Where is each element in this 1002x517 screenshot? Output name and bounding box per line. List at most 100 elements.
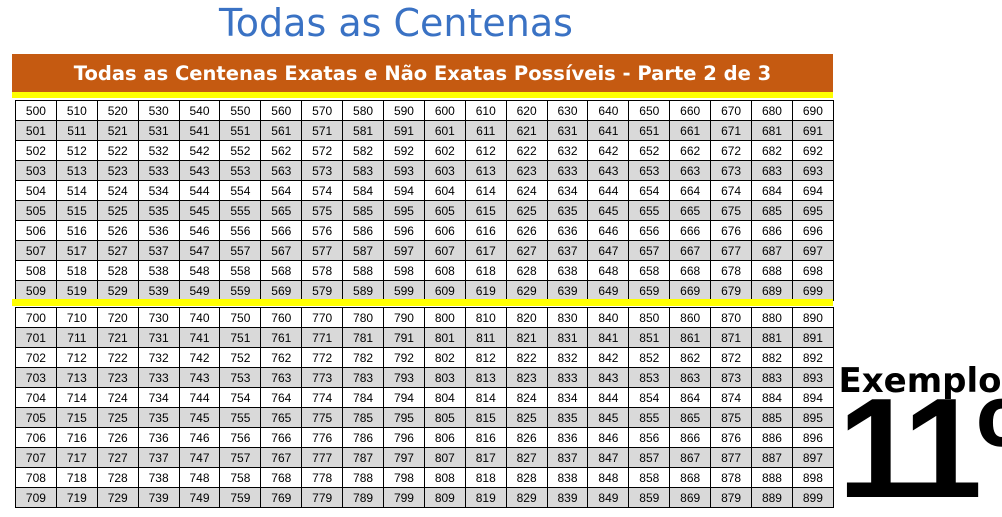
table-cell: 823 — [505, 367, 548, 388]
table-cell: 615 — [464, 200, 507, 221]
table-cell: 731 — [137, 327, 180, 348]
table-cell: 660 — [669, 100, 712, 121]
table-cell: 890 — [791, 307, 834, 328]
table-cell: 795 — [383, 407, 425, 428]
table-cell: 712 — [55, 347, 98, 368]
table-cell: 842 — [587, 347, 630, 368]
table-cell: 780 — [342, 307, 385, 328]
table-cell: 563 — [260, 160, 303, 181]
table-cell: 644 — [587, 180, 630, 201]
table-cell: 848 — [587, 467, 630, 488]
table-cell: 711 — [55, 327, 98, 348]
table-cell: 651 — [628, 120, 671, 141]
table-cell: 637 — [546, 240, 589, 261]
table-cell: 803 — [423, 367, 466, 388]
table-cell: 816 — [464, 427, 507, 448]
table-cell: 771 — [301, 327, 344, 348]
table-cell: 805 — [423, 407, 466, 428]
table-cell: 522 — [96, 140, 139, 161]
table-cell: 677 — [710, 240, 753, 261]
table-cell: 804 — [423, 387, 466, 408]
table-cell: 841 — [587, 327, 630, 348]
table-cell: 626 — [505, 220, 548, 241]
table-cell: 608 — [423, 260, 466, 281]
table-cell: 628 — [505, 260, 548, 281]
table-cell: 766 — [260, 427, 303, 448]
table-cell: 697 — [791, 240, 834, 261]
table-cell: 699 — [791, 280, 834, 301]
table-cell: 777 — [301, 447, 344, 468]
table-cell: 592 — [383, 140, 425, 161]
table-cell: 685 — [751, 200, 793, 221]
table-cell: 665 — [669, 200, 712, 221]
table-cell: 850 — [628, 307, 671, 328]
table-cell: 555 — [219, 200, 262, 221]
table-cell: 819 — [464, 487, 507, 508]
table-cell: 674 — [710, 180, 753, 201]
table-cell: 787 — [342, 447, 385, 468]
table-cell: 857 — [628, 447, 671, 468]
table-cell: 659 — [628, 280, 671, 301]
table-cell: 540 — [178, 100, 221, 121]
table-cell: 620 — [505, 100, 548, 121]
table-cell: 836 — [546, 427, 589, 448]
table-cell: 624 — [505, 180, 548, 201]
table-cell: 793 — [383, 367, 425, 388]
table-row: 702 712 722 732 742 752 762 772 782 792 802 812 822 8… — [15, 347, 834, 368]
table-cell: 546 — [178, 220, 221, 241]
table-cell: 834 — [546, 387, 589, 408]
table-cell: 636 — [546, 220, 589, 241]
table-cell: 586 — [342, 220, 385, 241]
table-cell: 709 — [15, 487, 57, 508]
table-cell: 573 — [301, 160, 344, 181]
table-cell: 695 — [791, 200, 834, 221]
table-cell: 791 — [383, 327, 425, 348]
table-cell: 689 — [751, 280, 793, 301]
table-cell: 649 — [587, 280, 630, 301]
table-cell: 721 — [96, 327, 139, 348]
table-cell: 627 — [505, 240, 548, 261]
table-cell: 813 — [464, 367, 507, 388]
table-cell: 595 — [383, 200, 425, 221]
table-cell: 535 — [137, 200, 180, 221]
table-cell: 596 — [383, 220, 425, 241]
table-cell: 833 — [546, 367, 589, 388]
table-cell: 584 — [342, 180, 385, 201]
table-cell: 675 — [710, 200, 753, 221]
table-cell: 821 — [505, 327, 548, 348]
table-cell: 579 — [301, 280, 344, 301]
table-cell: 746 — [178, 427, 221, 448]
table-cell: 778 — [301, 467, 344, 488]
table-cell: 843 — [587, 367, 630, 388]
table-cell: 718 — [55, 467, 98, 488]
table-cell: 585 — [342, 200, 385, 221]
table-cell: 557 — [219, 240, 262, 261]
table-cell: 543 — [178, 160, 221, 181]
table-cell: 885 — [751, 407, 793, 428]
table-cell: 506 — [15, 220, 57, 241]
table-cell: 753 — [219, 367, 262, 388]
table-cell: 768 — [260, 467, 303, 488]
table-cell: 704 — [15, 387, 57, 408]
table-row: 501 511 521 531 541 551 561 571 581 591 601 611 621 6… — [15, 120, 834, 141]
table-row: 707 717 727 737 747 757 767 777 787 797 807 817 827 8… — [15, 447, 834, 468]
table-cell: 638 — [546, 260, 589, 281]
table-cell: 661 — [669, 120, 712, 141]
table-cell: 539 — [137, 280, 180, 301]
table-cell: 619 — [464, 280, 507, 301]
table-cell: 869 — [669, 487, 712, 508]
table-cell: 577 — [301, 240, 344, 261]
table-cell: 876 — [710, 427, 753, 448]
table-cell: 728 — [96, 467, 139, 488]
table-row: 503 513 523 533 543 553 563 573 583 593 603 613 623 6… — [15, 160, 834, 181]
table-cell: 866 — [669, 427, 712, 448]
table-cell: 507 — [15, 240, 57, 261]
table-cell: 679 — [710, 280, 753, 301]
table-cell: 668 — [669, 260, 712, 281]
table-cell: 687 — [751, 240, 793, 261]
table-cell: 564 — [260, 180, 303, 201]
table-cell: 629 — [505, 280, 548, 301]
table-cell: 504 — [15, 180, 57, 201]
table-row: 500 510 520 530 540 550 560 570 580 590 600 610 620 6… — [15, 100, 834, 121]
table-cell: 538 — [137, 260, 180, 281]
